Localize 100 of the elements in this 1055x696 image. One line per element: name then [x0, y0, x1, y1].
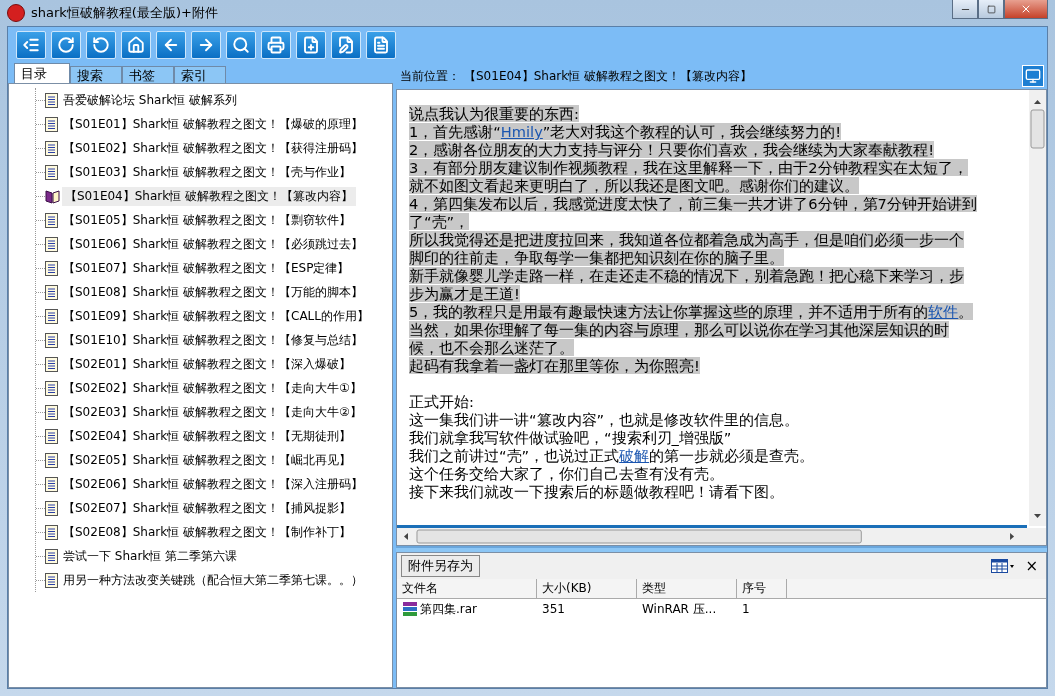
tree-item[interactable]: 【S01E01】Shark恒 破解教程之图文！【爆破的原理】	[60, 114, 366, 134]
forward-icon	[197, 36, 215, 54]
text-line: 接下来我们就改一下搜索后的标题做教程吧！请看下图。	[409, 483, 784, 500]
page-icon	[45, 212, 58, 228]
search-icon	[232, 36, 250, 54]
table-cell: WinRAR 压...	[642, 600, 717, 618]
grid-view-icon	[991, 559, 1016, 573]
text-link[interactable]: 软件	[928, 303, 959, 320]
page-icon	[45, 116, 58, 132]
tab[interactable]: 索引	[174, 66, 226, 83]
column-header[interactable]: 大小(KB)	[537, 579, 637, 598]
home-button[interactable]	[121, 31, 151, 59]
tree-item[interactable]: 尝试一下 Shark恒 第二季第六课	[60, 546, 241, 566]
page-icon	[45, 260, 58, 276]
edit-button[interactable]	[331, 31, 361, 59]
window-title: shark恒破解教程(最全版)+附件	[31, 4, 219, 22]
view-options-button[interactable]	[991, 559, 1016, 573]
page-icon	[45, 476, 58, 492]
page-icon	[45, 140, 58, 156]
tree-item[interactable]: 用另一种方法改变关键跳（配合恒大第二季第七课。。）	[60, 570, 366, 590]
table-cell: 第四集.rar	[420, 600, 478, 618]
book-icon	[45, 188, 60, 204]
tree-item[interactable]: 【S02E01】Shark恒 破解教程之图文！【深入爆破】	[60, 354, 354, 374]
add-button[interactable]	[296, 31, 326, 59]
text-line: 这个任务交给大家了，你们自己去查有没有壳。	[409, 465, 724, 482]
tree-item[interactable]: 【S01E10】Shark恒 破解教程之图文！【修复与总结】	[60, 330, 366, 350]
tree-item[interactable]: 吾爱破解论坛 Shark恒 破解系列	[60, 90, 241, 110]
tab[interactable]: 书签	[122, 66, 174, 83]
page-icon	[45, 380, 58, 396]
tree-item[interactable]: 【S02E04】Shark恒 破解教程之图文！【无期徒刑】	[60, 426, 354, 446]
refresh-button[interactable]	[51, 31, 81, 59]
column-header[interactable]: 类型	[637, 579, 737, 598]
refresh-icon	[57, 36, 75, 54]
print-icon	[267, 36, 285, 54]
monitor-icon	[1025, 68, 1041, 84]
text-link[interactable]: 破解	[619, 447, 650, 464]
tree-item[interactable]: 【S01E07】Shark恒 破解教程之图文！【ESP定律】	[60, 258, 353, 278]
close-pane-button[interactable]: ×	[1021, 557, 1042, 575]
document-button[interactable]	[366, 31, 396, 59]
tree-item[interactable]: 【S01E02】Shark恒 破解教程之图文！【获得注册码】	[60, 138, 366, 158]
page-icon	[45, 572, 58, 588]
horizontal-scrollbar[interactable]	[397, 528, 1046, 545]
vertical-scrollbar[interactable]	[1029, 90, 1046, 526]
maximize-button[interactable]	[978, 0, 1004, 19]
column-header[interactable]: 序号	[737, 579, 787, 598]
tree-item[interactable]: 【S01E05】Shark恒 破解教程之图文！【剽窃软件】	[60, 210, 354, 230]
page-icon	[45, 356, 58, 372]
table-cell: 1	[742, 602, 750, 616]
location-value: 【S01E04】Shark恒 破解教程之图文！【篡改内容】	[464, 67, 752, 85]
page-icon	[45, 92, 58, 108]
rotate-left-icon	[92, 36, 110, 54]
page-icon	[45, 236, 58, 252]
forward-button[interactable]	[191, 31, 221, 59]
archive-icon	[402, 601, 418, 617]
page-icon	[45, 164, 58, 180]
tree-item[interactable]: 【S02E03】Shark恒 破解教程之图文！【走向大牛②】	[60, 402, 365, 422]
page-icon	[45, 548, 58, 564]
document-plus-icon	[302, 36, 320, 54]
maximize-icon	[986, 4, 996, 14]
document-edit-icon	[337, 36, 355, 54]
save-attachment-button[interactable]: 附件另存为	[401, 555, 480, 577]
text-line: 我们就拿我写软件做试验吧，“搜索利刃_增强版”	[409, 429, 732, 446]
tree-item[interactable]: 【S02E08】Shark恒 破解教程之图文！【制作补丁】	[60, 522, 354, 542]
tree-item[interactable]: 【S01E04】Shark恒 破解教程之图文！【篡改内容】	[62, 186, 356, 206]
app-icon	[7, 4, 25, 22]
text-line: 这一集我们讲一讲“篡改内容”，也就是修改软件里的信息。	[409, 411, 800, 428]
tree-item[interactable]: 【S02E07】Shark恒 破解教程之图文！【捕风捉影】	[60, 498, 354, 518]
tab[interactable]: 搜索	[70, 66, 122, 83]
text-link[interactable]: Hmily	[500, 123, 543, 140]
reload-button[interactable]	[86, 31, 116, 59]
back-button[interactable]	[156, 31, 186, 59]
text-line: 我们之前讲过“壳”，也说过正式破解的第一步就必须是查壳。	[409, 447, 815, 464]
column-header[interactable]: 文件名	[397, 579, 537, 598]
tree-item[interactable]: 【S01E03】Shark恒 破解教程之图文！【壳与作业】	[60, 162, 354, 182]
tree-item[interactable]: 【S01E08】Shark恒 破解教程之图文！【万能的脚本】	[60, 282, 366, 302]
close-icon	[1020, 3, 1032, 15]
page-icon	[45, 452, 58, 468]
page-icon	[45, 284, 58, 300]
table-cell: 351	[542, 602, 565, 616]
page-icon	[45, 500, 58, 516]
page-icon	[45, 308, 58, 324]
tree-item[interactable]: 【S01E06】Shark恒 破解教程之图文！【必须跳过去】	[60, 234, 366, 254]
search-button[interactable]	[226, 31, 256, 59]
tree-item[interactable]: 【S02E02】Shark恒 破解教程之图文！【走向大牛①】	[60, 378, 365, 398]
tree-item[interactable]: 【S02E05】Shark恒 破解教程之图文！【崛北再见】	[60, 450, 354, 470]
hide-panel-button[interactable]	[16, 31, 46, 59]
text-line: 正式开始:	[409, 393, 474, 410]
view-button[interactable]	[1022, 65, 1044, 87]
minimize-button[interactable]	[952, 0, 978, 19]
page-icon	[45, 428, 58, 444]
page-icon	[45, 332, 58, 348]
tab[interactable]: 目录	[14, 63, 70, 83]
tree-item[interactable]: 【S02E06】Shark恒 破解教程之图文！【深入注册码】	[60, 474, 366, 494]
location-label: 当前位置：	[400, 67, 460, 85]
list-arrow-icon	[22, 36, 40, 54]
print-button[interactable]	[261, 31, 291, 59]
page-icon	[45, 524, 58, 540]
document-icon	[372, 36, 390, 54]
tree-item[interactable]: 【S01E09】Shark恒 破解教程之图文！【CALL的作用】	[60, 306, 372, 326]
page-icon	[45, 404, 58, 420]
